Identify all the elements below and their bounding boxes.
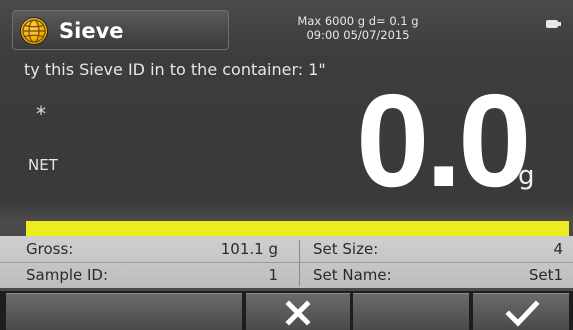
- weight-unit: g: [518, 161, 535, 191]
- header-info: Max 6000 g d= 0.1 g 09:00 05/07/2015: [268, 14, 448, 42]
- balance-screen: Sieve Max 6000 g d= 0.1 g 09:00 05/07/20…: [0, 0, 573, 330]
- sample-id-value: 1: [268, 266, 278, 284]
- weight-reading: 0.0: [356, 67, 532, 214]
- net-indicator: NET: [28, 156, 58, 174]
- info-divider-horizontal: [0, 262, 573, 263]
- set-size-label: Set Size:: [313, 240, 379, 258]
- set-name-value: Set1: [528, 266, 563, 284]
- datetime-text: 09:00 05/07/2015: [306, 28, 410, 42]
- softkey-blank-middle[interactable]: [353, 293, 469, 330]
- close-icon: [285, 300, 311, 326]
- set-name-label: Set Name:: [313, 266, 392, 284]
- stability-indicator: *: [36, 102, 46, 126]
- max-capacity-text: Max 6000 g d= 0.1 g: [297, 14, 419, 28]
- gross-label: Gross:: [26, 240, 74, 258]
- header: Sieve Max 6000 g d= 0.1 g 09:00 05/07/20…: [0, 0, 573, 58]
- sample-id-label: Sample ID:: [26, 266, 109, 284]
- softkey-blank-left[interactable]: [6, 293, 242, 330]
- application-title: Sieve: [59, 19, 124, 43]
- capacity-bar-fill: [26, 221, 569, 236]
- set-size-value: 4: [553, 240, 563, 258]
- info-divider-vertical: [299, 240, 300, 286]
- battery-icon: [546, 20, 562, 28]
- prompt-message: ty this Sieve ID in to the container: 1": [24, 60, 326, 79]
- application-title-button[interactable]: Sieve: [12, 10, 229, 50]
- capacity-bar: [26, 221, 569, 236]
- cancel-button[interactable]: [246, 293, 350, 330]
- gross-value: 101.1 g: [220, 240, 278, 258]
- checkmark-icon: [505, 300, 540, 327]
- globe-icon: [21, 18, 47, 44]
- confirm-button[interactable]: [473, 293, 569, 330]
